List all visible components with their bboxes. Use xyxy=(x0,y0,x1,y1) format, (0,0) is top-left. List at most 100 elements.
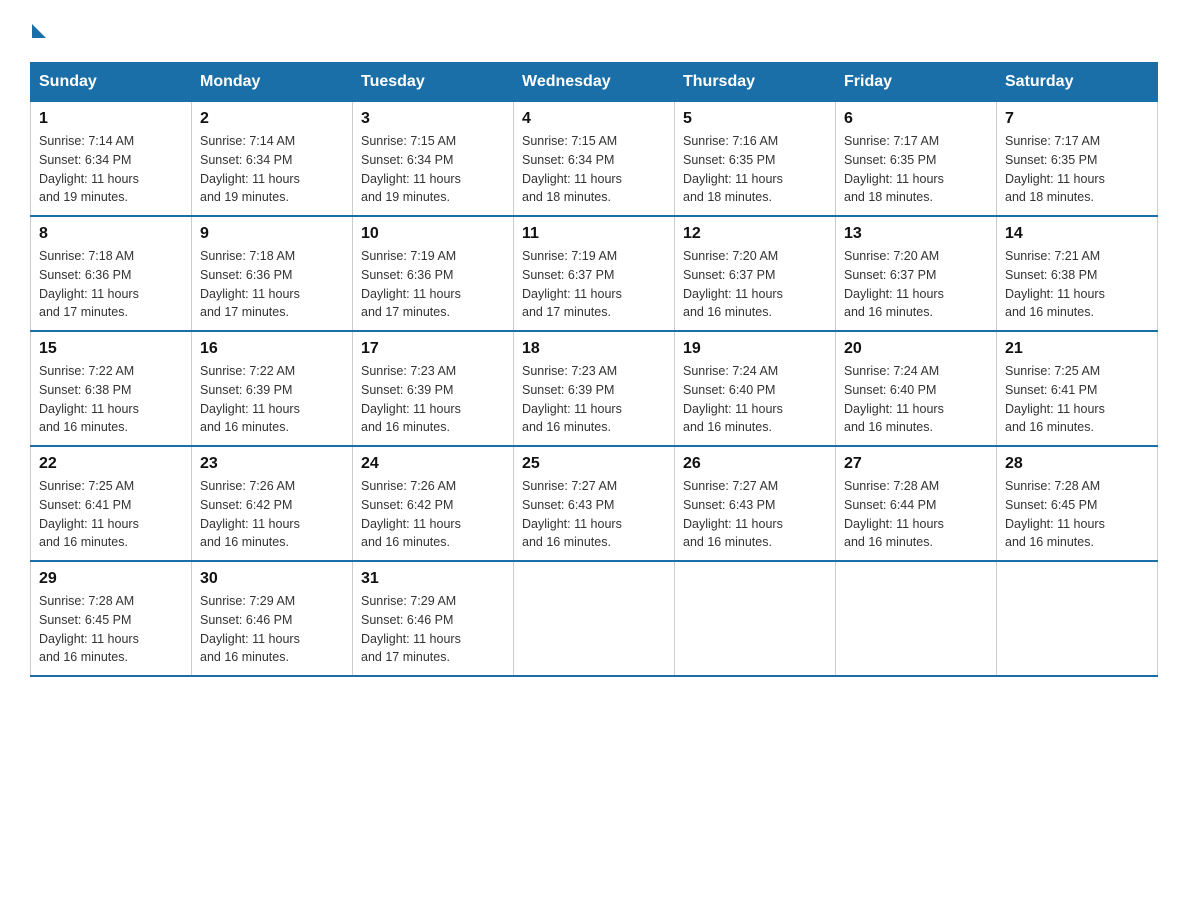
day-info: Sunrise: 7:18 AM Sunset: 6:36 PM Dayligh… xyxy=(200,247,344,322)
day-info: Sunrise: 7:29 AM Sunset: 6:46 PM Dayligh… xyxy=(200,592,344,667)
day-number: 6 xyxy=(844,110,988,128)
calendar-header: SundayMondayTuesdayWednesdayThursdayFrid… xyxy=(31,63,1158,102)
day-number: 17 xyxy=(361,340,505,358)
day-cell: 2 Sunrise: 7:14 AM Sunset: 6:34 PM Dayli… xyxy=(192,102,353,217)
calendar-table: SundayMondayTuesdayWednesdayThursdayFrid… xyxy=(30,62,1158,677)
day-number: 31 xyxy=(361,570,505,588)
day-info: Sunrise: 7:26 AM Sunset: 6:42 PM Dayligh… xyxy=(361,477,505,552)
day-cell: 5 Sunrise: 7:16 AM Sunset: 6:35 PM Dayli… xyxy=(675,102,836,217)
day-cell: 29 Sunrise: 7:28 AM Sunset: 6:45 PM Dayl… xyxy=(31,561,192,676)
day-cell: 9 Sunrise: 7:18 AM Sunset: 6:36 PM Dayli… xyxy=(192,216,353,331)
day-cell: 8 Sunrise: 7:18 AM Sunset: 6:36 PM Dayli… xyxy=(31,216,192,331)
day-info: Sunrise: 7:22 AM Sunset: 6:39 PM Dayligh… xyxy=(200,362,344,437)
day-number: 7 xyxy=(1005,110,1149,128)
day-info: Sunrise: 7:27 AM Sunset: 6:43 PM Dayligh… xyxy=(683,477,827,552)
day-cell: 30 Sunrise: 7:29 AM Sunset: 6:46 PM Dayl… xyxy=(192,561,353,676)
day-info: Sunrise: 7:20 AM Sunset: 6:37 PM Dayligh… xyxy=(844,247,988,322)
week-row-4: 29 Sunrise: 7:28 AM Sunset: 6:45 PM Dayl… xyxy=(31,561,1158,676)
day-cell: 12 Sunrise: 7:20 AM Sunset: 6:37 PM Dayl… xyxy=(675,216,836,331)
day-info: Sunrise: 7:29 AM Sunset: 6:46 PM Dayligh… xyxy=(361,592,505,667)
day-number: 24 xyxy=(361,455,505,473)
day-cell: 17 Sunrise: 7:23 AM Sunset: 6:39 PM Dayl… xyxy=(353,331,514,446)
day-cell: 31 Sunrise: 7:29 AM Sunset: 6:46 PM Dayl… xyxy=(353,561,514,676)
day-info: Sunrise: 7:23 AM Sunset: 6:39 PM Dayligh… xyxy=(361,362,505,437)
day-cell: 26 Sunrise: 7:27 AM Sunset: 6:43 PM Dayl… xyxy=(675,446,836,561)
day-number: 4 xyxy=(522,110,666,128)
day-number: 9 xyxy=(200,225,344,243)
day-cell: 1 Sunrise: 7:14 AM Sunset: 6:34 PM Dayli… xyxy=(31,102,192,217)
day-cell xyxy=(514,561,675,676)
day-number: 18 xyxy=(522,340,666,358)
day-info: Sunrise: 7:25 AM Sunset: 6:41 PM Dayligh… xyxy=(1005,362,1149,437)
day-info: Sunrise: 7:24 AM Sunset: 6:40 PM Dayligh… xyxy=(683,362,827,437)
day-number: 16 xyxy=(200,340,344,358)
day-cell xyxy=(836,561,997,676)
day-number: 12 xyxy=(683,225,827,243)
day-cell: 6 Sunrise: 7:17 AM Sunset: 6:35 PM Dayli… xyxy=(836,102,997,217)
day-cell: 27 Sunrise: 7:28 AM Sunset: 6:44 PM Dayl… xyxy=(836,446,997,561)
week-row-0: 1 Sunrise: 7:14 AM Sunset: 6:34 PM Dayli… xyxy=(31,102,1158,217)
day-cell: 4 Sunrise: 7:15 AM Sunset: 6:34 PM Dayli… xyxy=(514,102,675,217)
day-number: 29 xyxy=(39,570,183,588)
day-number: 2 xyxy=(200,110,344,128)
day-cell: 16 Sunrise: 7:22 AM Sunset: 6:39 PM Dayl… xyxy=(192,331,353,446)
day-number: 3 xyxy=(361,110,505,128)
day-cell: 22 Sunrise: 7:25 AM Sunset: 6:41 PM Dayl… xyxy=(31,446,192,561)
day-number: 30 xyxy=(200,570,344,588)
header-wednesday: Wednesday xyxy=(514,63,675,102)
day-number: 11 xyxy=(522,225,666,243)
day-number: 26 xyxy=(683,455,827,473)
day-cell: 11 Sunrise: 7:19 AM Sunset: 6:37 PM Dayl… xyxy=(514,216,675,331)
day-cell: 10 Sunrise: 7:19 AM Sunset: 6:36 PM Dayl… xyxy=(353,216,514,331)
day-number: 5 xyxy=(683,110,827,128)
day-number: 20 xyxy=(844,340,988,358)
day-info: Sunrise: 7:25 AM Sunset: 6:41 PM Dayligh… xyxy=(39,477,183,552)
day-info: Sunrise: 7:14 AM Sunset: 6:34 PM Dayligh… xyxy=(39,132,183,207)
week-row-1: 8 Sunrise: 7:18 AM Sunset: 6:36 PM Dayli… xyxy=(31,216,1158,331)
day-info: Sunrise: 7:28 AM Sunset: 6:45 PM Dayligh… xyxy=(1005,477,1149,552)
day-cell: 20 Sunrise: 7:24 AM Sunset: 6:40 PM Dayl… xyxy=(836,331,997,446)
day-info: Sunrise: 7:17 AM Sunset: 6:35 PM Dayligh… xyxy=(1005,132,1149,207)
day-info: Sunrise: 7:21 AM Sunset: 6:38 PM Dayligh… xyxy=(1005,247,1149,322)
day-cell: 3 Sunrise: 7:15 AM Sunset: 6:34 PM Dayli… xyxy=(353,102,514,217)
day-number: 22 xyxy=(39,455,183,473)
header-sunday: Sunday xyxy=(31,63,192,102)
day-info: Sunrise: 7:23 AM Sunset: 6:39 PM Dayligh… xyxy=(522,362,666,437)
calendar-body: 1 Sunrise: 7:14 AM Sunset: 6:34 PM Dayli… xyxy=(31,102,1158,677)
page-header xyxy=(30,20,1158,42)
day-cell: 25 Sunrise: 7:27 AM Sunset: 6:43 PM Dayl… xyxy=(514,446,675,561)
header-saturday: Saturday xyxy=(997,63,1158,102)
day-info: Sunrise: 7:26 AM Sunset: 6:42 PM Dayligh… xyxy=(200,477,344,552)
day-info: Sunrise: 7:18 AM Sunset: 6:36 PM Dayligh… xyxy=(39,247,183,322)
header-tuesday: Tuesday xyxy=(353,63,514,102)
day-number: 14 xyxy=(1005,225,1149,243)
day-info: Sunrise: 7:28 AM Sunset: 6:45 PM Dayligh… xyxy=(39,592,183,667)
day-info: Sunrise: 7:19 AM Sunset: 6:37 PM Dayligh… xyxy=(522,247,666,322)
day-info: Sunrise: 7:28 AM Sunset: 6:44 PM Dayligh… xyxy=(844,477,988,552)
day-cell: 19 Sunrise: 7:24 AM Sunset: 6:40 PM Dayl… xyxy=(675,331,836,446)
day-info: Sunrise: 7:19 AM Sunset: 6:36 PM Dayligh… xyxy=(361,247,505,322)
day-cell: 15 Sunrise: 7:22 AM Sunset: 6:38 PM Dayl… xyxy=(31,331,192,446)
logo xyxy=(30,20,46,42)
day-number: 28 xyxy=(1005,455,1149,473)
day-number: 21 xyxy=(1005,340,1149,358)
day-cell xyxy=(997,561,1158,676)
day-cell: 21 Sunrise: 7:25 AM Sunset: 6:41 PM Dayl… xyxy=(997,331,1158,446)
day-number: 23 xyxy=(200,455,344,473)
day-info: Sunrise: 7:24 AM Sunset: 6:40 PM Dayligh… xyxy=(844,362,988,437)
day-info: Sunrise: 7:22 AM Sunset: 6:38 PM Dayligh… xyxy=(39,362,183,437)
week-row-3: 22 Sunrise: 7:25 AM Sunset: 6:41 PM Dayl… xyxy=(31,446,1158,561)
day-number: 19 xyxy=(683,340,827,358)
day-cell: 7 Sunrise: 7:17 AM Sunset: 6:35 PM Dayli… xyxy=(997,102,1158,217)
day-info: Sunrise: 7:27 AM Sunset: 6:43 PM Dayligh… xyxy=(522,477,666,552)
logo-arrow-icon xyxy=(32,24,46,38)
header-monday: Monday xyxy=(192,63,353,102)
week-row-2: 15 Sunrise: 7:22 AM Sunset: 6:38 PM Dayl… xyxy=(31,331,1158,446)
header-friday: Friday xyxy=(836,63,997,102)
day-number: 10 xyxy=(361,225,505,243)
day-info: Sunrise: 7:14 AM Sunset: 6:34 PM Dayligh… xyxy=(200,132,344,207)
day-number: 8 xyxy=(39,225,183,243)
day-number: 25 xyxy=(522,455,666,473)
day-info: Sunrise: 7:15 AM Sunset: 6:34 PM Dayligh… xyxy=(361,132,505,207)
day-number: 15 xyxy=(39,340,183,358)
